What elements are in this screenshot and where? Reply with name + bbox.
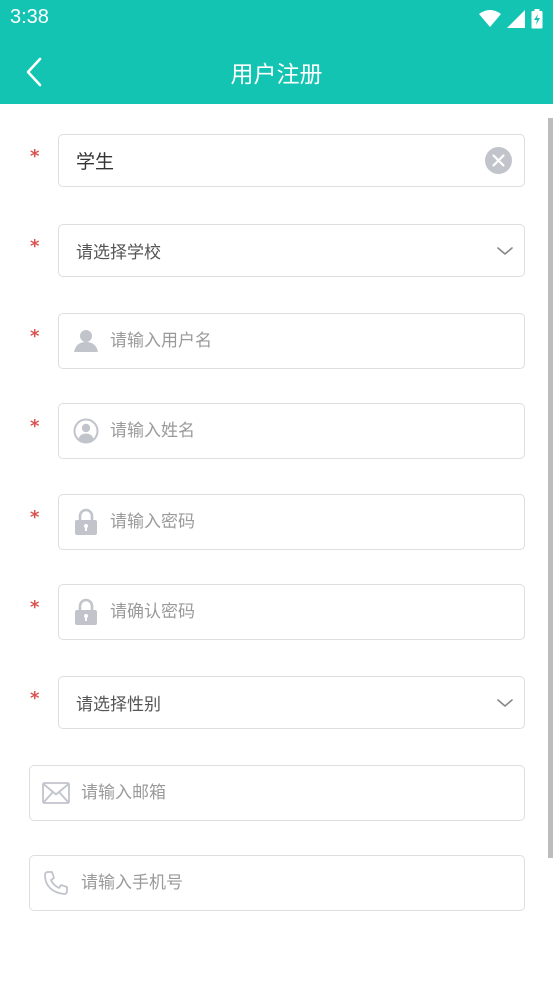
- phone-icon: [42, 870, 70, 896]
- role-value: 学生: [76, 151, 115, 173]
- chevron-down-icon: [496, 245, 514, 257]
- signal-icon: [507, 10, 525, 28]
- required-mark-username: *: [30, 326, 40, 347]
- gender-select-label: 请选择性别: [76, 695, 161, 715]
- required-mark-realname: *: [30, 416, 40, 437]
- required-mark-confirm-password: *: [30, 597, 40, 618]
- email-input[interactable]: [81, 766, 512, 820]
- email-field[interactable]: [29, 765, 525, 821]
- mail-icon: [42, 782, 70, 804]
- role-field[interactable]: 学生: [58, 134, 525, 187]
- realname-field[interactable]: [58, 403, 525, 459]
- password-input[interactable]: [110, 495, 512, 549]
- status-icons: [479, 8, 543, 30]
- username-field[interactable]: [58, 313, 525, 369]
- gender-select[interactable]: 请选择性别: [58, 676, 525, 729]
- confirm-password-input[interactable]: [110, 585, 512, 639]
- required-mark-role: *: [30, 146, 40, 167]
- user-icon: [72, 329, 100, 353]
- chevron-down-icon: [496, 697, 514, 709]
- phone-field[interactable]: [29, 855, 525, 911]
- phone-input[interactable]: [81, 856, 512, 910]
- required-mark-school: *: [30, 236, 40, 257]
- password-field[interactable]: [58, 494, 525, 550]
- username-input[interactable]: [110, 314, 512, 368]
- realname-input[interactable]: [110, 404, 512, 458]
- status-time: 3:38: [10, 6, 49, 28]
- clear-icon[interactable]: [485, 147, 512, 174]
- school-select[interactable]: 请选择学校: [58, 224, 525, 277]
- battery-icon: [531, 9, 543, 29]
- app-header: 3:38 用户注册: [0, 0, 553, 104]
- school-select-label: 请选择学校: [76, 243, 161, 263]
- wifi-icon: [479, 10, 501, 28]
- scrollbar[interactable]: [548, 118, 553, 858]
- confirm-password-field[interactable]: [58, 584, 525, 640]
- lock-icon: [72, 598, 100, 626]
- page-title: 用户注册: [230, 62, 323, 88]
- lock-icon: [72, 508, 100, 536]
- required-mark-password: *: [30, 507, 40, 528]
- user-circle-icon: [72, 418, 100, 444]
- required-mark-gender: *: [30, 688, 40, 709]
